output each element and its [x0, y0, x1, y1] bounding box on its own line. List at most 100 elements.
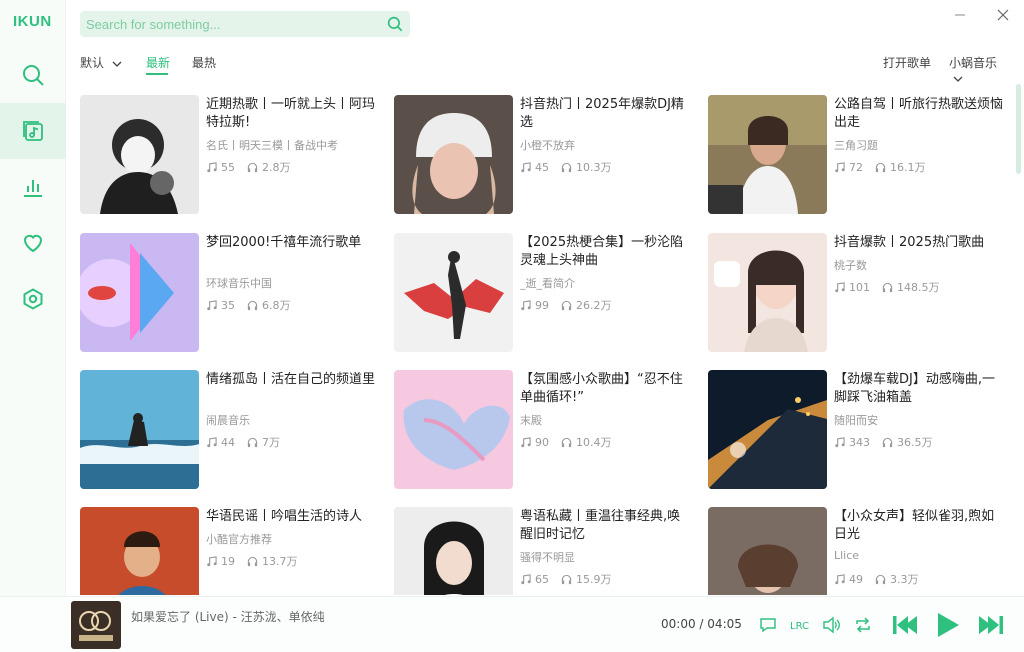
song-count: 19	[221, 554, 235, 568]
playlist-card[interactable]: 梦回2000!千禧年流行歌单 环球音乐中国 35 6.8万	[80, 233, 380, 353]
playlist-card[interactable]: 华语民谣丨吟唱生活的诗人 小酷官方推荐 19 13.7万	[80, 507, 380, 595]
playlist-cover	[80, 233, 199, 352]
play-count: 148.5万	[897, 281, 940, 294]
playback-time: 00:00 / 04:05	[661, 617, 742, 631]
previous-track-button[interactable]	[889, 611, 921, 639]
playlist-card[interactable]: 近期热歌丨一听就上头丨阿玛特拉斯! 名氏丨明天三模丨备战中考 55 2.8万	[80, 95, 380, 215]
playlist-title: 公路自驾丨听旅行热歌送烦恼出走	[834, 97, 1004, 130]
playlist-author: 骚得不明显	[520, 551, 575, 564]
headphones-icon	[875, 162, 886, 172]
playlist-author: Llice	[834, 549, 860, 562]
playlist-card[interactable]: 【2025热梗合集】一秒沦陷灵魂上头神曲 _逝_看简介 99 26.2万	[394, 233, 694, 353]
filter-bar: 默认 最新 最热 打开歌单 小蜗音乐	[80, 54, 1010, 82]
tab-underline	[146, 73, 168, 75]
current-time: 00:00	[661, 617, 696, 631]
music-note-icon	[207, 161, 217, 172]
playlist-card[interactable]: 抖音热门丨2025年爆款DJ精选 小橙不放弃 45 10.3万	[394, 95, 694, 215]
music-note-icon	[521, 573, 531, 584]
playlist-card[interactable]: 抖音爆款丨2025热门歌曲 桃子数 101 148.5万	[708, 233, 1008, 353]
play-count: 36.5万	[897, 436, 933, 449]
lyrics-button[interactable]: LRC	[788, 614, 812, 636]
playlist-author: 小酷官方推荐	[206, 533, 272, 546]
playlist-cover	[394, 507, 513, 595]
headphones-icon	[875, 574, 886, 584]
playlist-stats: 55 2.8万	[206, 159, 303, 175]
playlist-card[interactable]: 【劲爆车载DJ】动感嗨曲,一脚踩飞油箱盖 随阳而安 343 36.5万	[708, 370, 1008, 490]
bar-chart-icon	[24, 180, 42, 197]
playlist-card[interactable]: 公路自驾丨听旅行热歌送烦恼出走 三角习题 72 16.1万	[708, 95, 1008, 215]
song-count: 45	[535, 160, 549, 174]
play-count: 10.4万	[576, 436, 612, 449]
sort-label: 默认	[80, 56, 105, 70]
playlist-author: 随阳而安	[834, 414, 878, 427]
sidebar-item-charts[interactable]	[0, 159, 66, 215]
chevron-down-icon	[112, 61, 122, 67]
headphones-icon	[561, 300, 572, 310]
close-button[interactable]	[992, 4, 1014, 26]
song-count: 72	[849, 160, 863, 174]
tab-newest[interactable]: 最新	[146, 54, 170, 71]
now-playing-cover[interactable]	[71, 601, 121, 649]
sidebar-item-settings[interactable]	[0, 271, 66, 327]
search-icon[interactable]	[386, 15, 404, 33]
chevron-down-icon	[953, 76, 963, 82]
playlist-card[interactable]: 【氛围感小众歌曲】“忍不住单曲循环!” 末殿 90 10.4万	[394, 370, 694, 490]
tab-hottest[interactable]: 最热	[192, 54, 216, 71]
headphones-icon	[247, 556, 258, 566]
music-note-icon	[835, 281, 845, 292]
headphones-icon	[247, 162, 258, 172]
search-input[interactable]	[86, 11, 382, 37]
playlist-cover	[708, 370, 827, 489]
playlist-cover	[80, 507, 199, 595]
source-dropdown[interactable]: 小蜗音乐	[949, 54, 1010, 85]
playlist-card[interactable]: 粤语私藏丨重温往事经典,唤醒旧时记忆 骚得不明显 65 15.9万	[394, 507, 694, 595]
scrollbar[interactable]	[1016, 84, 1021, 174]
search-icon	[23, 65, 44, 86]
headphones-icon	[561, 574, 572, 584]
repeat-button[interactable]	[852, 614, 874, 636]
playlist-cover	[394, 95, 513, 214]
music-note-icon	[835, 161, 845, 172]
music-note-icon	[835, 436, 845, 447]
headphones-icon	[882, 282, 893, 292]
song-count: 55	[221, 160, 235, 174]
minimize-icon	[955, 14, 965, 16]
sidebar-item-favorites[interactable]	[0, 215, 66, 271]
now-playing-title[interactable]: 如果爱忘了 (Live) - 汪苏泷、单依纯	[131, 608, 325, 625]
playlist-cover	[708, 95, 827, 214]
playlist-card[interactable]: 【小众女声】轻似雀羽,煦如日光 Llice 49 3.3万	[708, 507, 1008, 595]
comment-button[interactable]	[757, 614, 779, 636]
music-note-icon	[521, 299, 531, 310]
playlist-card[interactable]: 情绪孤岛丨活在自己的频道里 闹晨音乐 44 7万	[80, 370, 380, 490]
song-count: 101	[849, 280, 870, 294]
playlist-stats: 35 6.8万	[206, 297, 303, 313]
playlist-title: 抖音爆款丨2025热门歌曲	[834, 235, 985, 250]
minimize-button[interactable]	[949, 4, 971, 26]
music-note-icon	[835, 573, 845, 584]
open-playlist-button[interactable]: 打开歌单	[883, 54, 931, 71]
next-track-button[interactable]	[975, 611, 1007, 639]
lyrics-icon: LRC	[790, 621, 809, 632]
sidebar: IKUN	[0, 0, 66, 596]
playlist-title: 梦回2000!千禧年流行歌单	[206, 235, 362, 250]
playlist-cover	[708, 507, 827, 595]
playlist-title: 情绪孤岛丨活在自己的频道里	[206, 372, 376, 387]
playlist-author: 末殿	[520, 414, 542, 427]
sort-dropdown[interactable]: 默认	[80, 54, 122, 71]
playlist-stats: 72 16.1万	[834, 159, 938, 175]
play-button[interactable]	[933, 609, 963, 641]
sidebar-item-search[interactable]	[0, 47, 66, 103]
headphones-icon	[882, 437, 893, 447]
play-count: 15.9万	[576, 573, 612, 586]
playlist-cover	[394, 233, 513, 352]
song-count: 44	[221, 435, 235, 449]
music-note-icon	[207, 299, 217, 310]
volume-button[interactable]	[820, 614, 842, 636]
headphones-icon	[561, 437, 572, 447]
playlist-cover	[80, 95, 199, 214]
sidebar-item-library[interactable]	[0, 103, 66, 159]
play-count: 16.1万	[890, 161, 926, 174]
song-count: 90	[535, 435, 549, 449]
song-count: 35	[221, 298, 235, 312]
playlist-title: 【劲爆车载DJ】动感嗨曲,一脚踩飞油箱盖	[834, 372, 995, 405]
